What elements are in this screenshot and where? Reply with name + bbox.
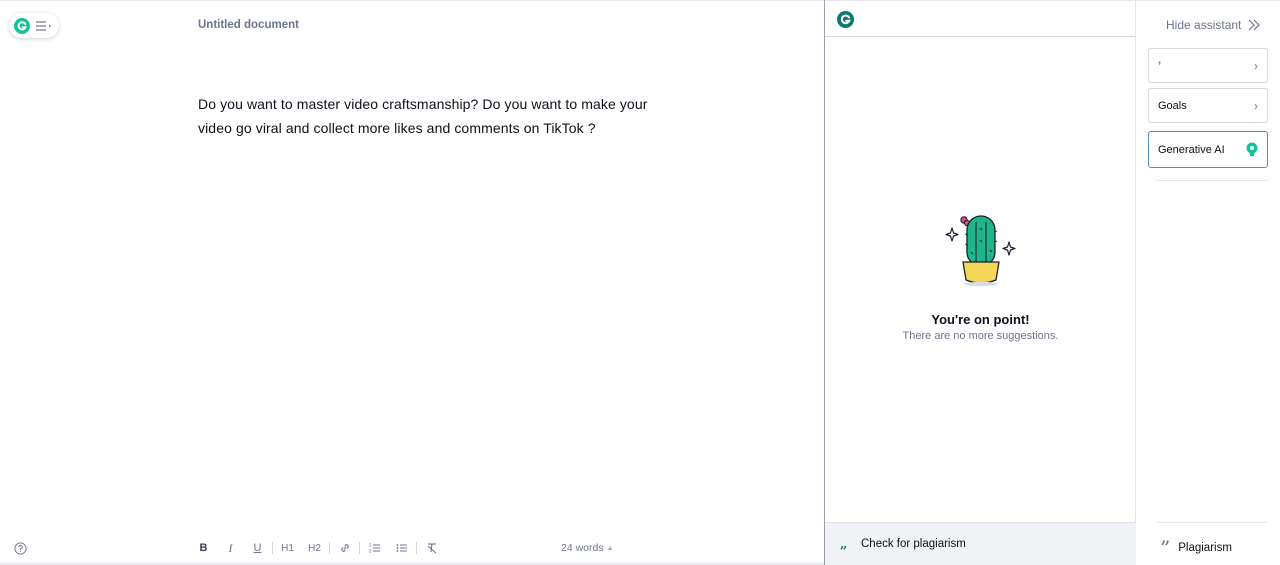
ordered-list-icon: 1 2 (369, 543, 380, 554)
link-button[interactable] (331, 539, 358, 557)
heading2-button[interactable]: H2 (301, 539, 328, 557)
italic-button[interactable]: I (217, 539, 244, 557)
caret-up-icon: ▲ (606, 544, 614, 552)
grammarly-menu-button[interactable] (9, 13, 59, 38)
heading1-label: H1 (281, 542, 294, 554)
document-body[interactable]: Do you want to master video craftsmanshi… (198, 92, 648, 140)
bullet-list-button[interactable] (388, 539, 415, 557)
menu-icon (36, 20, 51, 31)
word-count-button[interactable]: 24 words ▲ (561, 542, 614, 554)
chevron-double-right-icon (1248, 19, 1261, 31)
score-card-label: ’ (1158, 59, 1162, 72)
grammarly-logo-icon (14, 17, 30, 34)
heading1-button[interactable]: H1 (274, 539, 301, 557)
empty-state-title: You're on point! (931, 312, 1030, 327)
side-panel: Hide assistant ’ › Goals › Generative AI… (1136, 0, 1280, 565)
clear-format-icon (427, 543, 436, 554)
check-plagiarism-label: Check for plagiarism (861, 538, 966, 550)
help-icon[interactable] (14, 542, 27, 555)
assistant-header (825, 0, 1135, 37)
bullet-list-icon (396, 544, 407, 552)
plagiarism-button[interactable]: ” Plagiarism (1160, 538, 1232, 558)
chevron-right-icon: › (1254, 58, 1258, 73)
lightbulb-icon (1246, 142, 1258, 156)
goals-card[interactable]: Goals › (1148, 88, 1268, 123)
score-card[interactable]: ’ › (1148, 48, 1268, 83)
side-divider (1157, 522, 1268, 523)
link-icon (340, 544, 349, 552)
check-plagiarism-button[interactable]: „ Check for plagiarism (825, 522, 1136, 565)
quote-icon: „ (840, 536, 848, 552)
hide-assistant-label: Hide assistant (1166, 18, 1242, 32)
goals-label: Goals (1158, 99, 1187, 112)
word-count-label: 24 words (561, 542, 604, 554)
quote-icon: ” (1160, 536, 1171, 560)
underline-label: U (253, 542, 262, 554)
ordered-list-button[interactable]: 1 2 (361, 539, 388, 557)
bottom-shadow (0, 561, 824, 565)
cactus-illustration (945, 215, 1016, 287)
generative-ai-card[interactable]: Generative AI (1148, 131, 1268, 168)
assistant-pane: You're on point! There are no more sugge… (824, 0, 1136, 565)
toolbar-divider (329, 542, 330, 554)
grammarly-logo-icon (837, 11, 854, 28)
clear-format-button[interactable] (418, 539, 445, 557)
bold-button[interactable]: B (190, 539, 217, 557)
document-title[interactable]: Untitled document (198, 19, 299, 31)
svg-text:1: 1 (369, 543, 372, 548)
generative-ai-label: Generative AI (1158, 143, 1225, 156)
toolbar-divider (272, 542, 273, 554)
toolbar-divider (416, 542, 417, 554)
plagiarism-label: Plagiarism (1178, 542, 1232, 554)
hide-assistant-button[interactable]: Hide assistant (1166, 18, 1261, 32)
heading2-label: H2 (308, 542, 321, 554)
empty-state-subtitle: There are no more suggestions. (902, 330, 1059, 342)
toolbar-divider (359, 542, 360, 554)
bold-label: B (199, 542, 208, 554)
editor-pane: Untitled document Do you want to master … (0, 0, 824, 565)
underline-button[interactable]: U (244, 539, 271, 557)
side-divider (1157, 180, 1268, 181)
svg-text:2: 2 (369, 549, 372, 554)
formatting-toolbar: B I U H1 H2 1 2 (190, 539, 445, 557)
chevron-right-icon: › (1254, 98, 1258, 113)
italic-label: I (228, 540, 233, 555)
